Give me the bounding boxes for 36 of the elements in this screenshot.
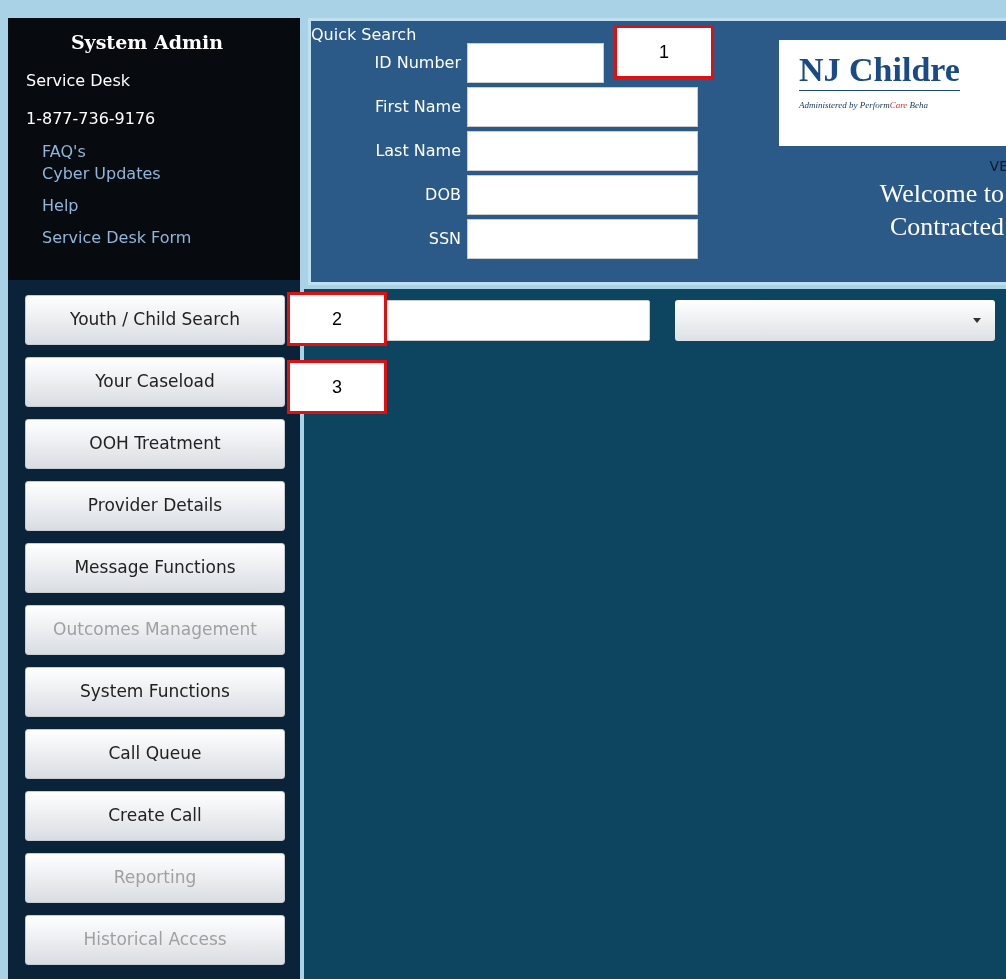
caret-icon [973, 318, 981, 323]
logo-title: NJ Childre [799, 50, 960, 91]
sidebar-link[interactable]: FAQ's [42, 140, 86, 163]
sidebar-link[interactable]: Service Desk Form [42, 226, 192, 249]
field-label: SSN [427, 228, 461, 250]
sidebar-title: System Admin [70, 30, 225, 55]
callout-label: 3 [287, 360, 387, 414]
sidebar-link[interactable]: Help [42, 194, 79, 217]
quick-search-title: Quick Search [311, 27, 417, 43]
search-input[interactable] [467, 43, 604, 83]
nav-button[interactable]: Youth / Child Search [25, 295, 285, 345]
field-label: Last Name [374, 140, 461, 162]
nav-button[interactable]: Create Call [25, 791, 285, 841]
field-label: ID Number [373, 52, 461, 74]
nav-button[interactable]: Call Queue [25, 729, 285, 779]
nav-button[interactable]: OOH Treatment [25, 419, 285, 469]
field-label: First Name [374, 96, 461, 118]
welcome-text: Welcome to [879, 178, 1004, 210]
nav-button[interactable]: Provider Details [25, 481, 285, 531]
search-input[interactable] [467, 175, 698, 215]
phone-number: 1-877-736-9176 [26, 107, 157, 130]
sidebar-link[interactable]: Cyber Updates [42, 162, 161, 185]
callout-label: 1 [614, 25, 714, 79]
welcome-text: Contracted [889, 211, 1004, 243]
search-input[interactable] [467, 219, 698, 259]
search-input[interactable] [467, 131, 698, 171]
logo-tagline: Administered by PerformCare Beha [799, 99, 929, 112]
nav-button[interactable]: System Functions [25, 667, 285, 717]
callout-label: 2 [287, 292, 387, 346]
search-field[interactable] [386, 300, 650, 341]
dropdown[interactable] [675, 300, 995, 341]
nav-button[interactable]: Your Caseload [25, 357, 285, 407]
nav-button[interactable]: Message Functions [25, 543, 285, 593]
field-label: DOB [424, 184, 461, 206]
search-input[interactable] [467, 87, 698, 127]
service-desk-label: Service Desk [26, 69, 131, 92]
